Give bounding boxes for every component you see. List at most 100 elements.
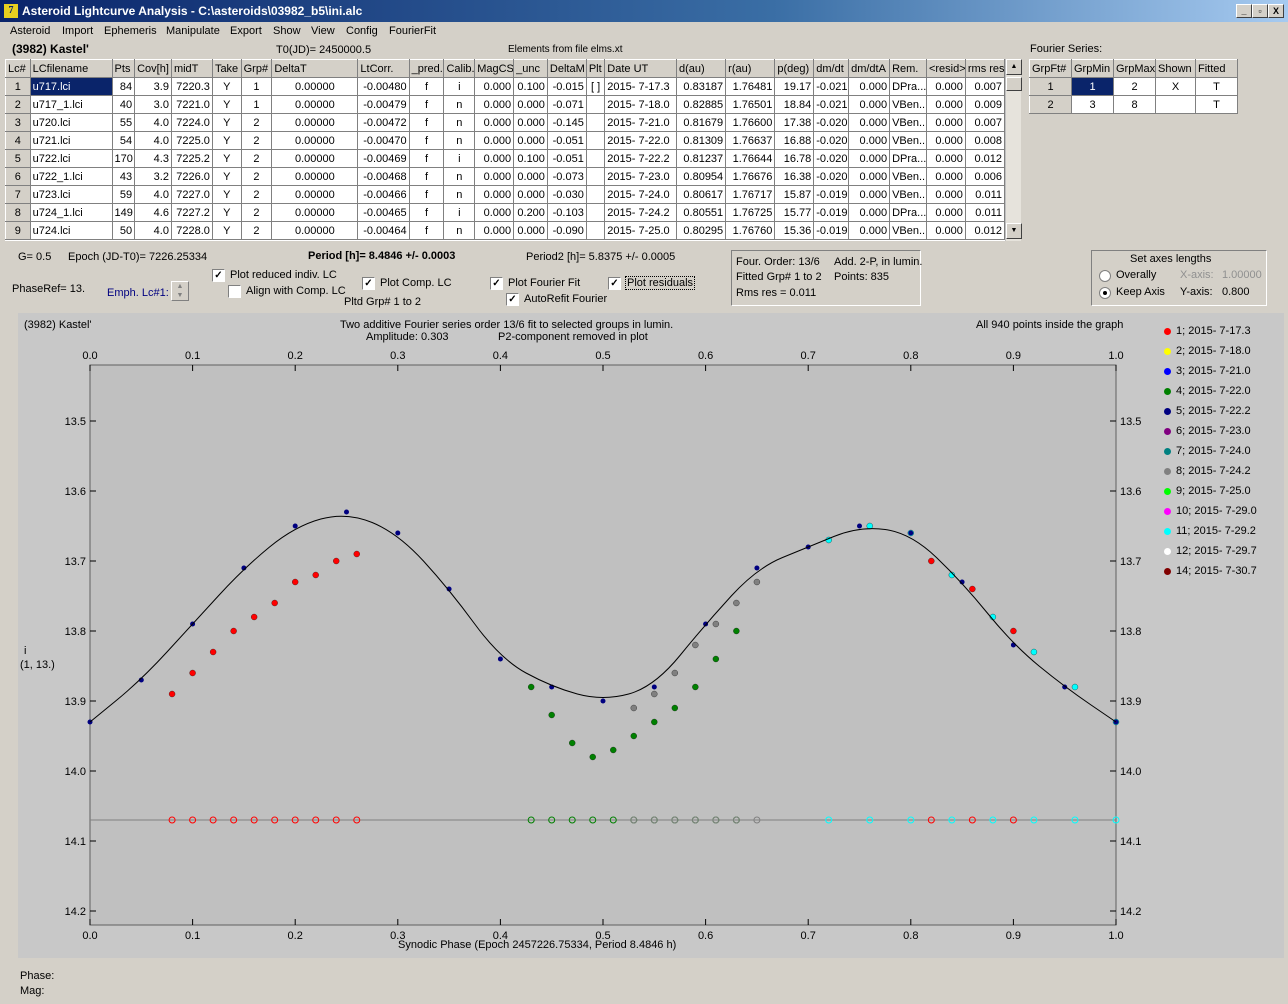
table-cell[interactable]: 0.007	[964, 77, 1005, 96]
table-cell[interactable]: 6	[5, 167, 31, 186]
table-cell[interactable]: n	[443, 113, 476, 132]
table-cell[interactable]: 55	[111, 113, 136, 132]
table-cell[interactable]	[585, 221, 606, 240]
table-cell[interactable]: f	[408, 185, 445, 204]
table-cell[interactable]: 0.000	[474, 221, 515, 240]
table-cell[interactable]: 0.000	[925, 113, 966, 132]
table-cell[interactable]: -0.00480	[357, 77, 410, 96]
table-cell[interactable]: -0.019	[813, 221, 850, 240]
lc-header-15[interactable]: Date UT	[604, 59, 677, 78]
lc-header-8[interactable]: LtCorr.	[357, 59, 410, 78]
table-cell[interactable]: u717.lci	[29, 77, 113, 96]
table-cell[interactable]: u723.lci	[29, 185, 113, 204]
lc-header-19[interactable]: dm/dt	[813, 59, 850, 78]
table-cell[interactable]: u722.lci	[29, 149, 113, 168]
table-cell[interactable]: -0.00465	[357, 203, 410, 222]
table-cell[interactable]: Y	[211, 131, 242, 150]
table-cell[interactable]: DPra...	[889, 77, 927, 96]
table-cell[interactable]: 0.000	[925, 221, 966, 240]
plot-reduced-checkbox[interactable]: ✓	[212, 269, 225, 282]
table-cell[interactable]: 0.000	[513, 131, 548, 150]
align-comp-checkbox[interactable]	[228, 285, 241, 298]
table-cell[interactable]: 0.000	[925, 167, 966, 186]
scroll-down-button[interactable]: ▼	[1006, 223, 1022, 239]
table-cell[interactable]: f	[408, 77, 445, 96]
table-cell[interactable]: -0.020	[813, 167, 850, 186]
menu-ephemeris[interactable]: Ephemeris	[104, 25, 157, 37]
table-cell[interactable]: n	[443, 185, 476, 204]
table-cell[interactable]: 0.000	[513, 221, 548, 240]
table-cell[interactable]: 15.77	[774, 203, 815, 222]
table-cell[interactable]: 0.80295	[675, 221, 727, 240]
table-cell[interactable]: 4.0	[134, 221, 172, 240]
table-cell[interactable]: i	[443, 77, 476, 96]
table-cell[interactable]: 0.000	[925, 131, 966, 150]
table-cell[interactable]: 0.80617	[675, 185, 727, 204]
ft-header-0[interactable]: GrpFt#	[1029, 59, 1072, 78]
table-cell[interactable]: -0.00469	[357, 149, 410, 168]
table-cell[interactable]: 0.80954	[675, 167, 727, 186]
lc-header-2[interactable]: Pts	[111, 59, 136, 78]
menu-manipulate[interactable]: Manipulate	[166, 25, 220, 37]
lc-header-12[interactable]: _unc	[513, 59, 548, 78]
table-cell[interactable]: 0.006	[964, 167, 1005, 186]
table-cell[interactable]: Y	[211, 113, 242, 132]
table-cell[interactable]: -0.145	[546, 113, 587, 132]
table-cell[interactable]: 0.83187	[675, 77, 727, 96]
table-row[interactable]: 8 u724_1.lci 149 4.6 7227.2 Y 2 0.00000 -0.00465…	[5, 203, 1005, 222]
table-cell[interactable]: T	[1195, 77, 1238, 96]
table-cell[interactable]: 2	[240, 203, 273, 222]
table-cell[interactable]: 0.00000	[271, 185, 359, 204]
table-row[interactable]: 2 u717_1.lci 40 3.0 7221.0 Y 1 0.00000 -0.00479 f…	[5, 95, 1005, 114]
table-cell[interactable]: 1	[240, 95, 273, 114]
table-cell[interactable]: 54	[111, 131, 136, 150]
table-cell[interactable]: 7224.0	[170, 113, 213, 132]
table-cell[interactable]: u722_1.lci	[29, 167, 113, 186]
table-cell[interactable]: 1.76760	[725, 221, 776, 240]
table-cell[interactable]: 4.0	[134, 185, 172, 204]
table-cell[interactable]: 2	[240, 221, 273, 240]
table-cell[interactable]: 0.000	[925, 77, 966, 96]
lc-table-scrollbar[interactable]: ▲ ▼	[1005, 59, 1022, 241]
lc-header-11[interactable]: MagCS	[474, 59, 515, 78]
table-cell[interactable]: n	[443, 167, 476, 186]
table-cell[interactable]: -0.073	[546, 167, 587, 186]
table-cell[interactable]: -0.019	[813, 185, 850, 204]
lc-header-23[interactable]: rms res	[964, 59, 1005, 78]
table-cell[interactable]: 3.0	[134, 95, 172, 114]
lc-header-13[interactable]: DeltaM	[546, 59, 587, 78]
table-cell[interactable]: 0.000	[474, 131, 515, 150]
table-cell[interactable]: 7228.0	[170, 221, 213, 240]
lc-header-14[interactable]: Plt	[585, 59, 606, 78]
table-cell[interactable]	[585, 185, 606, 204]
table-cell[interactable]: 0.000	[925, 203, 966, 222]
table-cell[interactable]: 0.100	[513, 149, 548, 168]
table-cell[interactable]: 1	[1071, 77, 1114, 96]
table-cell[interactable]: 2	[1113, 77, 1156, 96]
table-cell[interactable]: 1.76676	[725, 167, 776, 186]
table-cell[interactable]: 4.0	[134, 131, 172, 150]
table-cell[interactable]: DPra...	[889, 203, 927, 222]
table-cell[interactable]: 16.78	[774, 149, 815, 168]
table-cell[interactable]: f	[408, 149, 445, 168]
table-cell[interactable]: 7225.0	[170, 131, 213, 150]
table-cell[interactable]: 0.009	[964, 95, 1005, 114]
lc-header-6[interactable]: Grp#	[240, 59, 273, 78]
menu-show[interactable]: Show	[273, 25, 301, 37]
table-cell[interactable]: 3	[1071, 95, 1114, 114]
table-cell[interactable]: n	[443, 131, 476, 150]
table-cell[interactable]: 2	[240, 131, 273, 150]
table-cell[interactable]: 0.000	[925, 95, 966, 114]
table-cell[interactable]: i	[443, 149, 476, 168]
table-cell[interactable]: -0.00468	[357, 167, 410, 186]
table-cell[interactable]: 0.000	[474, 77, 515, 96]
table-cell[interactable]: 0.00000	[271, 203, 359, 222]
minimize-button[interactable]: _	[1236, 4, 1252, 18]
table-cell[interactable]: 7225.2	[170, 149, 213, 168]
table-cell[interactable]: 2015- 7-24.2	[604, 203, 677, 222]
table-row[interactable]: 4 u721.lci 54 4.0 7225.0 Y 2 0.00000 -0.00470 f n 0…	[5, 131, 1005, 150]
keep-axis-radio[interactable]	[1099, 287, 1111, 299]
table-cell[interactable]: 3.9	[134, 77, 172, 96]
table-cell[interactable]: 0.00000	[271, 113, 359, 132]
table-cell[interactable]: -0.015	[546, 77, 587, 96]
